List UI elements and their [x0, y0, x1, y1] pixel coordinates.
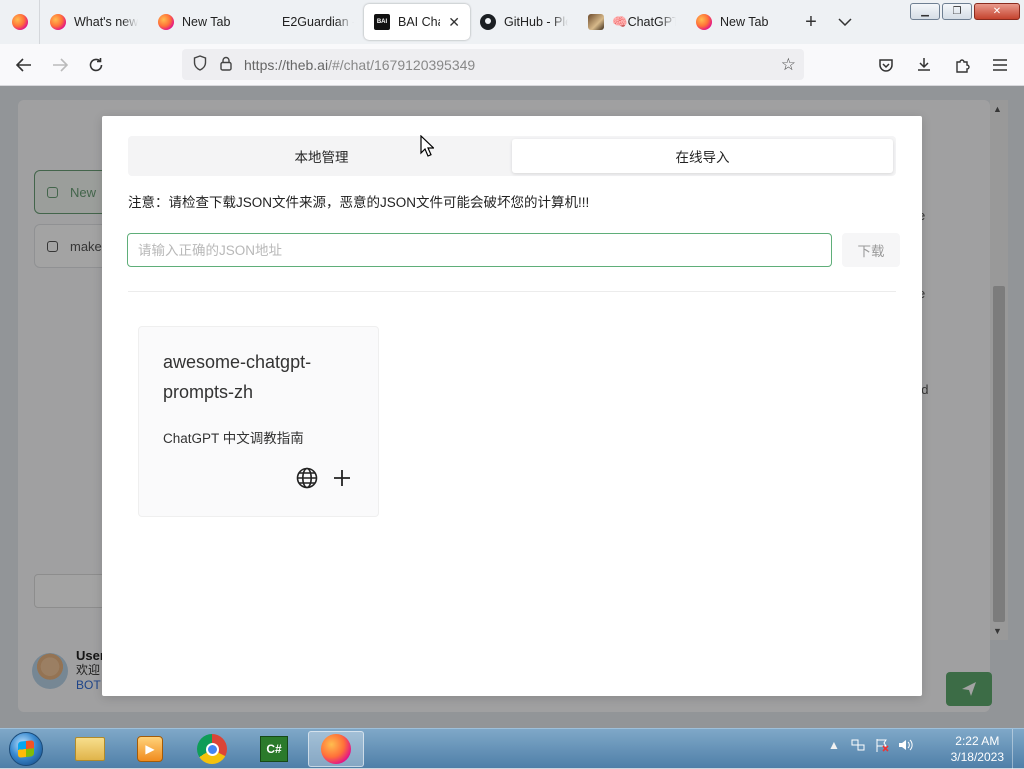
taskbar-csharp-project[interactable]: C#	[246, 731, 302, 767]
reload-icon	[89, 57, 103, 71]
csharp-icon: C#	[260, 736, 288, 762]
tab-e2guardian[interactable]: E2Guardian - Ac	[256, 4, 364, 40]
globe-icon	[296, 467, 318, 489]
plus-icon	[334, 470, 350, 486]
forward-button[interactable]	[42, 49, 78, 81]
volume-icon[interactable]	[898, 737, 914, 753]
window-close-button[interactable]: ✕	[974, 3, 1020, 20]
tab-label: What's new	[74, 15, 138, 29]
open-link-button[interactable]	[296, 467, 318, 489]
windows-logo-icon	[9, 732, 43, 766]
restore-button[interactable]: ❐	[942, 3, 972, 20]
tab-label: New Tab	[182, 15, 231, 29]
taskbar-firefox[interactable]	[308, 731, 364, 767]
tab-label: New Tab	[720, 15, 769, 29]
tab-label: BAI Chat	[398, 15, 440, 29]
clock-time: 2:22 AM	[955, 734, 1000, 748]
system-tray: ▲	[826, 737, 914, 753]
toolbar-right	[868, 49, 1018, 81]
chatgpt-prompts-icon	[588, 14, 604, 30]
download-button[interactable]: 下载	[842, 233, 900, 267]
navigation-toolbar: https://theb.ai/#/chat/1679120395349 ☆	[0, 44, 1024, 86]
mouse-cursor-icon	[420, 135, 434, 157]
firefox-icon	[50, 14, 66, 30]
card-description: ChatGPT 中文调教指南	[163, 431, 304, 446]
tab-label: 🧠ChatGPT	[612, 14, 676, 29]
folder-icon	[75, 737, 105, 761]
show-hidden-icons-arrow-icon[interactable]: ▲	[826, 737, 842, 753]
firefox-view-button[interactable]	[0, 0, 40, 44]
tab-chatgpt-prompts[interactable]: 🧠ChatGPT	[578, 4, 686, 40]
arrow-left-icon	[16, 57, 31, 72]
back-button[interactable]	[6, 49, 42, 81]
taskbar-chrome[interactable]	[184, 731, 240, 767]
taskbar-windows-explorer[interactable]	[62, 731, 118, 767]
show-desktop-button[interactable]	[1012, 729, 1024, 769]
firefox-icon	[158, 14, 174, 30]
firefox-icon	[696, 14, 712, 30]
download-icon	[918, 58, 930, 71]
tab-new-tab-1[interactable]: New Tab	[148, 4, 256, 40]
tab-local-management[interactable]: 本地管理	[131, 139, 512, 173]
close-tab-icon[interactable]: ✕	[448, 14, 460, 31]
tab-github[interactable]: GitHub - Ple	[470, 4, 578, 40]
chrome-icon	[197, 734, 227, 764]
lock-icon[interactable]	[218, 56, 234, 74]
tab-label: E2Guardian - Ac	[282, 15, 354, 29]
arrow-right-icon	[53, 57, 68, 72]
downloads-button[interactable]	[906, 49, 942, 81]
warning-notice: 注意：请检查下载JSON文件来源，恶意的JSON文件可能会破坏您的计算机!!!	[128, 195, 590, 210]
app-menu-button[interactable]	[982, 49, 1018, 81]
firefox-icon	[11, 14, 28, 30]
firefox-icon	[321, 734, 351, 764]
divider	[128, 291, 896, 292]
tab-bai-chat[interactable]: BAI BAI Chat ✕	[364, 4, 470, 40]
tab-label: GitHub - Ple	[504, 15, 568, 29]
media-player-icon: ▶	[137, 736, 163, 762]
address-bar[interactable]: https://theb.ai/#/chat/1679120395349 ☆	[182, 49, 804, 80]
chevron-down-icon	[838, 18, 852, 26]
new-tab-button[interactable]: +	[794, 5, 828, 39]
prompt-store-modal: 本地管理 在线导入 注意：请检查下载JSON文件来源，恶意的JSON文件可能会破…	[102, 116, 922, 696]
add-prompts-button[interactable]	[331, 467, 353, 489]
pocket-button[interactable]	[868, 49, 904, 81]
reload-button[interactable]	[78, 49, 114, 81]
card-actions	[296, 467, 353, 489]
hamburger-menu-icon	[993, 59, 1007, 71]
action-center-flag-icon[interactable]	[874, 737, 890, 753]
network-icon[interactable]	[850, 737, 866, 753]
taskbar-media-player[interactable]: ▶	[122, 731, 178, 767]
system-clock[interactable]: 2:22 AM 3/18/2023	[951, 733, 1004, 765]
pocket-icon	[879, 58, 893, 72]
url-path: /#/chat/1679120395349	[328, 56, 476, 73]
window-controls: ▁ ❐ ✕	[910, 3, 1020, 20]
url-text[interactable]: https://theb.ai/#/chat/1679120395349	[244, 57, 771, 73]
github-icon	[480, 14, 496, 30]
tab-online-import[interactable]: 在线导入	[512, 139, 893, 173]
tab-whats-new[interactable]: What's new	[40, 4, 148, 40]
modal-tabs: 本地管理 在线导入	[128, 136, 896, 176]
bai-icon: BAI	[374, 14, 390, 30]
extensions-button[interactable]	[944, 49, 980, 81]
bookmark-star-icon[interactable]: ☆	[781, 55, 796, 75]
tracking-protection-shield-icon[interactable]	[192, 55, 208, 74]
clock-date: 3/18/2023	[950, 750, 1004, 764]
json-url-input[interactable]	[127, 233, 832, 267]
card-title: awesome-chatgpt-prompts-zh	[163, 352, 312, 402]
prompt-source-card: awesome-chatgpt-prompts-zh ChatGPT 中文调教指…	[138, 326, 379, 517]
minimize-button[interactable]: ▁	[910, 3, 940, 20]
url-host: https://theb.ai	[244, 56, 329, 73]
tab-strip: What's new New Tab E2Guardian - Ac BAI B…	[0, 0, 1024, 44]
list-all-tabs-button[interactable]	[828, 5, 862, 39]
puzzle-icon	[956, 59, 970, 73]
windows-taskbar: ▶ C# ▲ 2:22 AM 3/18/2023	[0, 728, 1024, 769]
start-button[interactable]	[2, 729, 50, 769]
tab-new-tab-2[interactable]: New Tab	[686, 4, 794, 40]
